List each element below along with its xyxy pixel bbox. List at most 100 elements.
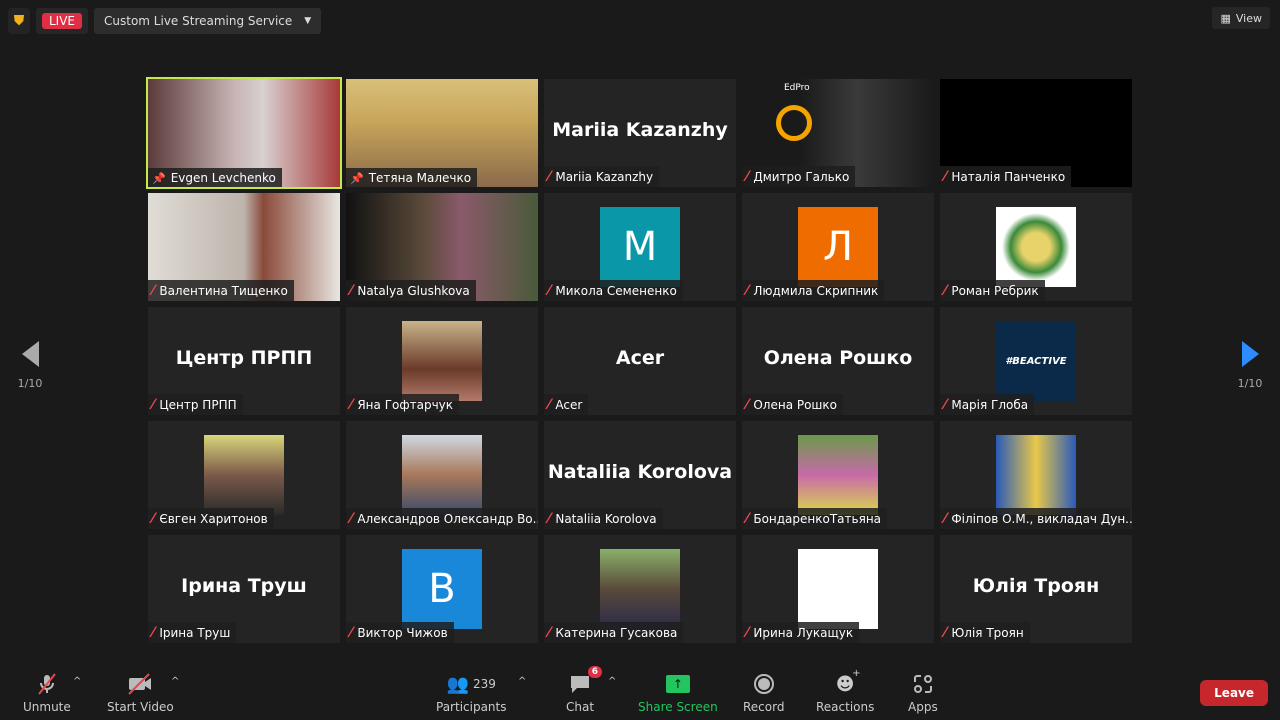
participant-tile[interactable]: 📌 Evgen Levchenko — [146, 77, 342, 189]
leave-button[interactable]: Leave — [1200, 680, 1268, 706]
name-label: ⁄ Людмила Скрипник — [742, 280, 885, 301]
participants-icon: 👥 239 — [446, 673, 496, 695]
spotlight-pin-icon: 📌 — [152, 171, 166, 185]
mic-muted-icon: ⁄ — [350, 625, 353, 641]
arrow-right-icon — [1241, 340, 1259, 367]
audio-options-caret[interactable]: ^ — [73, 676, 81, 687]
share-screen-label: Share Screen — [638, 700, 718, 714]
mic-muted-icon: ⁄ — [746, 169, 749, 185]
mic-muted-icon: ⁄ — [944, 169, 947, 185]
participant-tile[interactable]: ⁄ Євген Харитонов — [148, 421, 340, 529]
unmute-label: Unmute — [23, 700, 71, 714]
top-bar: ⛊ LIVE Custom Live Streaming Service ▼ — [8, 8, 322, 34]
participant-tile[interactable]: B ⁄ Виктор Чижов — [346, 535, 538, 643]
prev-page-button[interactable]: 1/10 — [0, 320, 60, 410]
participant-tile[interactable]: ⁄ Natalya Glushkova — [346, 193, 538, 301]
participants-caret[interactable]: ^ — [518, 676, 526, 687]
name-label: ⁄ Євген Харитонов — [148, 508, 274, 529]
security-shield-icon[interactable]: ⛊ — [8, 8, 30, 34]
participant-name: Олена Рошко — [753, 398, 838, 412]
participant-tile[interactable]: ⁄ Роман Ребрик — [940, 193, 1132, 301]
name-label: ⁄ Виктор Чижов — [346, 622, 454, 643]
live-button[interactable]: LIVE — [36, 8, 89, 34]
gallery-grid: 📌 Evgen Levchenko 📌 Тетяна Малечко Mariia Ka… — [146, 77, 1132, 643]
avatar — [204, 435, 284, 515]
participant-tile[interactable]: ⁄ Валентина Тищенко — [148, 193, 340, 301]
mic-muted-icon: ⁄ — [350, 511, 353, 527]
mic-muted-icon: ⁄ — [350, 283, 353, 299]
participant-tile[interactable]: Л ⁄ Людмила Скрипник — [742, 193, 934, 301]
avatar — [402, 321, 482, 401]
participant-tile[interactable]: ⁄ Наталія Панченко — [940, 79, 1132, 187]
view-button[interactable]: ▦ View — [1212, 7, 1270, 29]
video-options-caret[interactable]: ^ — [171, 676, 179, 687]
mic-muted-icon: ⁄ — [152, 283, 155, 299]
participant-tile[interactable]: ⁄ Філіпов О.М., викладач Дун... — [940, 421, 1132, 529]
participant-tile[interactable]: EdPro ⁄ Дмитро Галько — [742, 79, 934, 187]
name-label: ⁄ Валентина Тищенко — [148, 280, 294, 301]
participant-tile[interactable]: 📌 Тетяна Малечко — [346, 79, 538, 187]
chat-caret[interactable]: ^ — [608, 676, 616, 687]
record-button[interactable]: Record — [743, 672, 784, 714]
unmute-button[interactable]: Unmute — [23, 672, 71, 714]
apps-button[interactable]: Apps — [908, 672, 938, 714]
arrow-left-icon — [21, 340, 39, 367]
stream-service-dropdown[interactable]: Custom Live Streaming Service ▼ — [94, 8, 322, 34]
participant-tile[interactable]: M ⁄ Микола Семененко — [544, 193, 736, 301]
chat-icon: 6 — [568, 666, 603, 696]
participant-name: Філіпов О.М., викладач Дун... — [951, 512, 1132, 526]
participant-tile[interactable]: Mariia Kazanzhy ⁄ Mariia Kazanzhy — [544, 79, 736, 187]
next-page-button[interactable]: 1/10 — [1220, 320, 1280, 410]
participant-tile[interactable]: Ірина Труш ⁄ Ірина Труш — [148, 535, 340, 643]
participant-tile[interactable]: Nataliia Korolova ⁄ Nataliia Korolova — [544, 421, 736, 529]
participant-name: Mariia Kazanzhy — [555, 170, 654, 184]
participant-name: Центр ПРПП — [159, 398, 237, 412]
view-label: View — [1235, 11, 1262, 25]
participant-name: Александров Олександр Во... — [357, 512, 538, 526]
avatar — [402, 435, 482, 515]
name-label: ⁄ Наталія Панченко — [940, 166, 1072, 187]
participant-name: Микола Семененко — [555, 284, 677, 298]
participant-tile[interactable]: Юлія Троян ⁄ Юлія Троян — [940, 535, 1132, 643]
live-badge: LIVE — [42, 13, 83, 29]
video-off-icon — [126, 672, 154, 696]
mic-muted-icon: ⁄ — [548, 169, 551, 185]
edpro-logo: EdPro — [784, 83, 810, 93]
participant-name: Тетяна Малечко — [368, 171, 472, 185]
participants-count: 239 — [473, 677, 496, 691]
page-indicator-left: 1/10 — [17, 376, 43, 390]
participant-tile[interactable]: Acer ⁄ Acer — [544, 307, 736, 415]
share-screen-button[interactable]: ↑ Share Screen — [638, 672, 718, 714]
avatar — [996, 207, 1076, 287]
participant-name: Ірина Труш — [159, 626, 231, 640]
name-label: ⁄ Центр ПРПП — [148, 394, 243, 415]
name-label: ⁄ Марія Глоба — [940, 394, 1035, 415]
name-label: ⁄ БондаренкоТатьяна — [742, 508, 888, 529]
mic-muted-icon: ⁄ — [152, 397, 155, 413]
name-label: ⁄ Філіпов О.М., викладач Дун... — [940, 508, 1132, 529]
avatar: #BEACTIVE — [996, 321, 1076, 401]
participant-tile[interactable]: ⁄ Катерина Гусакова — [544, 535, 736, 643]
participants-label: Participants — [436, 700, 507, 714]
participant-tile[interactable]: ⁄ БондаренкоТатьяна — [742, 421, 934, 529]
reactions-button[interactable]: ☻ + Reactions — [816, 668, 874, 714]
chat-button[interactable]: 6 Chat — [566, 666, 603, 714]
participant-tile[interactable]: ⁄ Яна Гофтарчук — [346, 307, 538, 415]
participant-tile[interactable]: #BEACTIVE ⁄ Марія Глоба — [940, 307, 1132, 415]
mic-muted-icon: ⁄ — [944, 625, 947, 641]
avatar — [996, 435, 1076, 515]
mic-muted-icon: ⁄ — [548, 625, 551, 641]
participants-button[interactable]: 👥 239 Participants — [436, 672, 507, 715]
start-video-button[interactable]: Start Video — [107, 672, 174, 714]
start-video-label: Start Video — [107, 700, 174, 714]
participant-tile[interactable]: Центр ПРПП ⁄ Центр ПРПП — [148, 307, 340, 415]
avatar — [798, 549, 878, 629]
participant-tile[interactable]: ⁄ Александров Олександр Во... — [346, 421, 538, 529]
participant-tile[interactable]: ⁄ Ирина Лукащук — [742, 535, 934, 643]
participant-name: БондаренкоТатьяна — [753, 512, 882, 526]
participant-tile[interactable]: Олена Рошко ⁄ Олена Рошко — [742, 307, 934, 415]
name-label: ⁄ Роман Ребрик — [940, 280, 1045, 301]
page-indicator-right: 1/10 — [1237, 376, 1263, 390]
spotlight-pin-icon: 📌 — [350, 171, 364, 185]
name-label: ⁄ Ірина Труш — [148, 622, 237, 643]
